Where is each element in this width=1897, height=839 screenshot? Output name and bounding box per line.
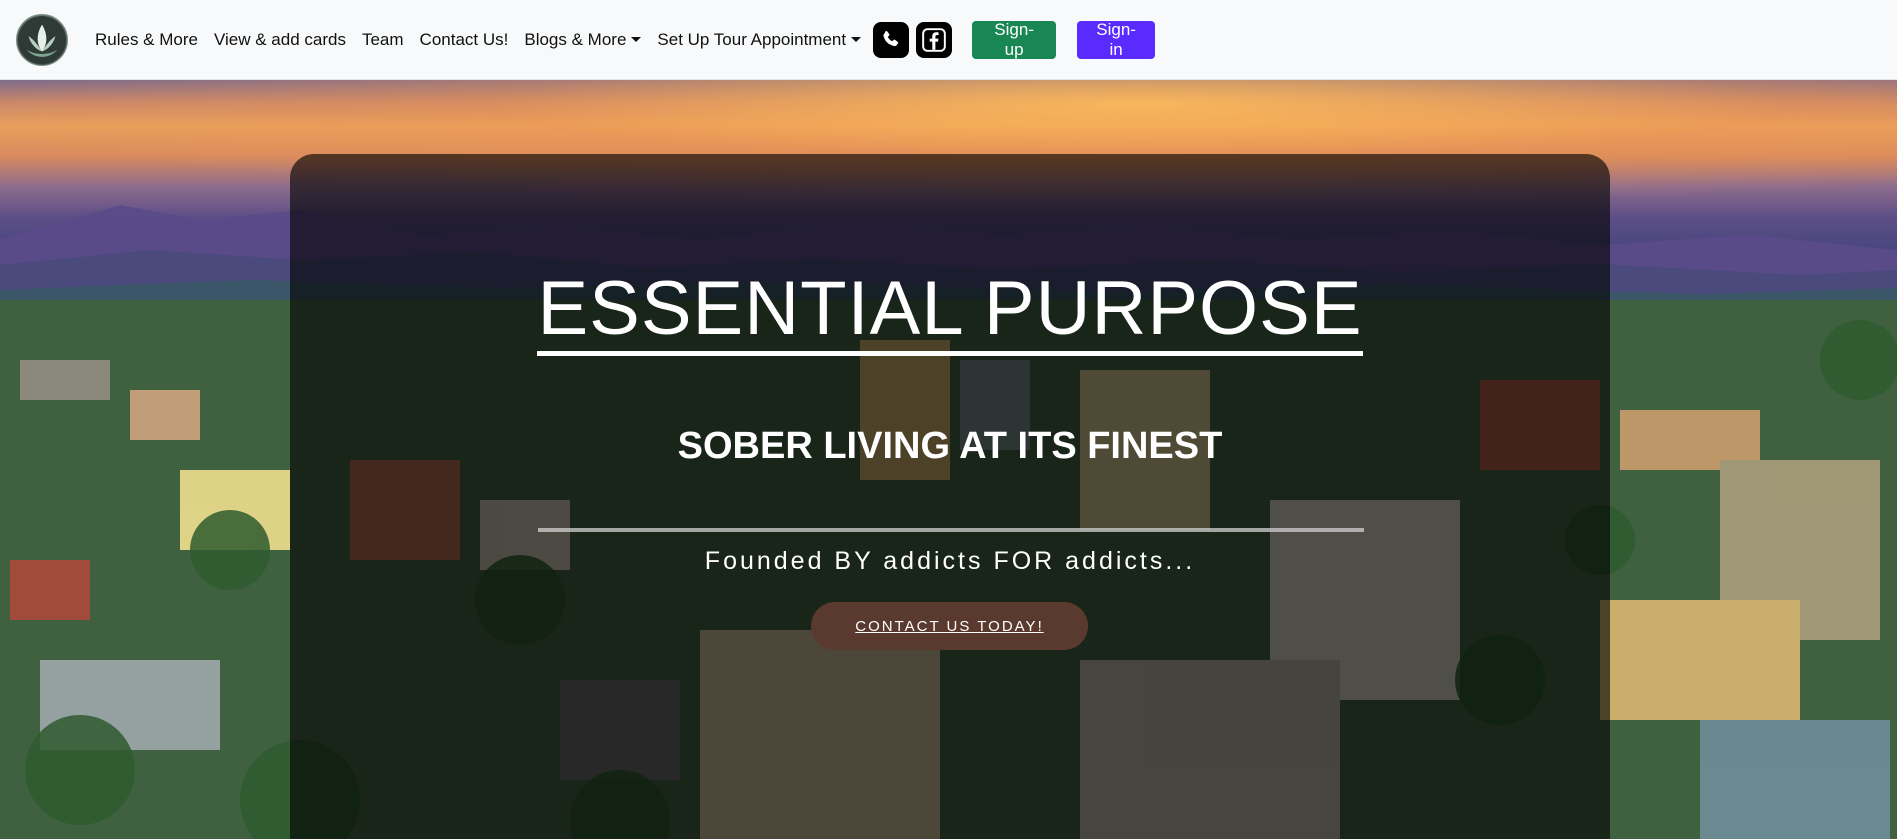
signup-button[interactable]: Sign-up xyxy=(972,20,1057,59)
nav-link-label: Set Up Tour Appointment xyxy=(657,29,847,49)
nav-link-label: Contact Us! xyxy=(419,29,509,49)
nav-link-rules[interactable]: Rules & More xyxy=(95,30,198,50)
hero-tagline: Founded BY addicts FOR addicts... xyxy=(704,547,1196,575)
hero-overlay xyxy=(290,154,1610,839)
site-logo[interactable] xyxy=(16,13,68,66)
hero-title-text: ESSENTIAL PURPOSE xyxy=(537,266,1363,356)
facebook-icon[interactable] xyxy=(916,21,953,58)
navbar: Rules & More View & add cards Team Conta… xyxy=(0,0,1897,80)
hero-divider xyxy=(538,528,1364,532)
hero-title: ESSENTIAL PURPOSE xyxy=(290,265,1610,356)
nav-links: Rules & More View & add cards Team Conta… xyxy=(95,30,873,50)
nav-link-label: Blogs & More xyxy=(524,29,627,49)
contact-us-button[interactable]: CONTACT US TODAY! xyxy=(811,602,1088,650)
nav-dropdown-blogs[interactable]: Blogs & More xyxy=(524,29,642,50)
nav-link-view-add-cards[interactable]: View & add cards xyxy=(214,30,346,50)
nav-dropdown-tour[interactable]: Set Up Tour Appointment xyxy=(657,29,862,50)
caret-down-icon xyxy=(851,37,862,42)
caret-down-icon xyxy=(631,37,642,42)
nav-link-label: Team xyxy=(361,29,404,49)
nav-link-label: Rules & More xyxy=(95,29,198,49)
nav-link-contact[interactable]: Contact Us! xyxy=(420,30,509,50)
lotus-logo-icon xyxy=(17,15,67,64)
phone-glyph-icon xyxy=(883,30,899,46)
phone-icon[interactable] xyxy=(873,21,910,58)
signin-button[interactable]: Sign-in xyxy=(1077,20,1156,59)
hero-subtitle: SOBER LIVING AT ITS FINEST xyxy=(677,425,1223,467)
nav-link-team[interactable]: Team xyxy=(362,30,404,50)
facebook-glyph-icon xyxy=(922,27,946,52)
nav-link-label: View & add cards xyxy=(213,29,346,49)
